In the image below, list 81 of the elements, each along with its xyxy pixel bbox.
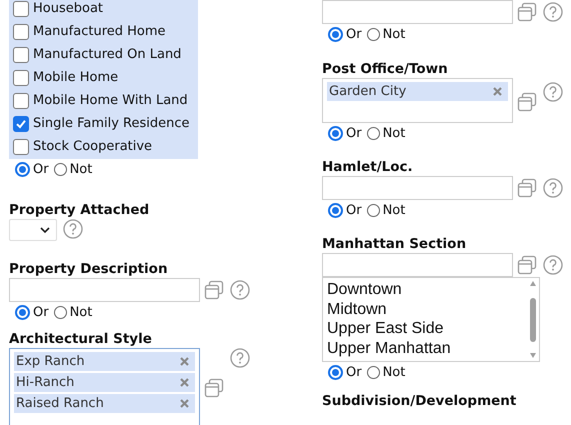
text-field[interactable]: [322, 0, 513, 24]
stacked-windows-icon[interactable]: [517, 92, 537, 112]
help-icon[interactable]: [230, 348, 250, 368]
tag-chip[interactable]: Exp Ranch: [14, 352, 195, 371]
radio-label[interactable]: Not: [70, 162, 92, 177]
list-option[interactable]: Midtown: [327, 300, 523, 319]
radio-label[interactable]: Or: [33, 305, 49, 320]
checkbox-label[interactable]: Single Family Residence: [33, 116, 190, 131]
radio-button[interactable]: [366, 28, 380, 41]
help-icon[interactable]: [543, 2, 563, 22]
stacked-windows-icon[interactable]: [204, 280, 224, 300]
radio-button[interactable]: [366, 127, 380, 140]
stacked-windows-icon[interactable]: [517, 2, 537, 22]
radio-label[interactable]: Or: [346, 126, 362, 141]
field-label: Subdivision/Development: [322, 393, 518, 410]
radio-button[interactable]: [328, 365, 343, 380]
tag-chip[interactable]: Garden City: [327, 82, 508, 101]
scroll-down-icon[interactable]: [530, 353, 536, 358]
scroll-up-icon[interactable]: [530, 281, 536, 286]
stacked-windows-icon[interactable]: [204, 378, 224, 398]
help-icon[interactable]: [543, 255, 563, 275]
radio-label[interactable]: Or: [346, 27, 362, 42]
radio-button[interactable]: [15, 305, 30, 320]
chevron-down-icon: [40, 226, 50, 234]
radio-label[interactable]: Or: [33, 162, 49, 177]
checkbox-label[interactable]: Stock Cooperative: [33, 139, 152, 154]
checkbox[interactable]: [13, 138, 29, 154]
close-icon[interactable]: [180, 357, 189, 366]
list-option[interactable]: Upper East Side: [327, 319, 523, 338]
field-label: Property Attached: [9, 202, 150, 219]
close-icon[interactable]: [180, 399, 189, 408]
radio-button[interactable]: [328, 27, 343, 42]
stacked-windows-icon[interactable]: [517, 178, 537, 198]
tag-field[interactable]: Exp Ranch Hi-Ranch Raised Ranch: [9, 348, 200, 425]
radio-button[interactable]: [366, 204, 380, 217]
radio-label[interactable]: Not: [382, 27, 406, 42]
text-field[interactable]: [9, 278, 200, 302]
radio-label[interactable]: Not: [70, 305, 92, 320]
close-icon[interactable]: [180, 378, 189, 387]
radio-button[interactable]: [54, 306, 67, 319]
help-icon[interactable]: [63, 219, 83, 239]
radio-button[interactable]: [54, 163, 67, 176]
help-icon[interactable]: [230, 280, 250, 300]
radio-label[interactable]: Not: [382, 126, 406, 141]
checkbox-label[interactable]: Mobile Home With Land: [33, 93, 188, 108]
field-label: Manhattan Section: [322, 236, 468, 253]
field-label: Architectural Style: [9, 331, 153, 348]
tag-field[interactable]: Garden City: [322, 78, 513, 123]
radio-label[interactable]: Or: [346, 365, 362, 380]
text-field[interactable]: [322, 176, 513, 200]
checkbox[interactable]: [13, 46, 29, 62]
tag-chip[interactable]: Raised Ranch: [14, 394, 195, 413]
radio-button[interactable]: [366, 366, 380, 379]
list-option[interactable]: Downtown: [327, 280, 523, 300]
tag-chip[interactable]: Hi-Ranch: [14, 373, 195, 392]
checkbox[interactable]: [13, 116, 29, 132]
radio-button[interactable]: [15, 162, 30, 177]
list-box[interactable]: Downtown Midtown Upper East Side Upper Manhattan: [322, 277, 540, 362]
radio-label[interactable]: Or: [346, 203, 362, 218]
field-label: Property Description: [9, 261, 169, 278]
checkbox[interactable]: [13, 24, 29, 40]
stacked-windows-icon[interactable]: [517, 255, 537, 275]
list-option[interactable]: Upper Manhattan: [327, 338, 523, 358]
checkbox[interactable]: [13, 92, 29, 108]
field-label: Hamlet/Loc.: [322, 159, 414, 176]
text-field[interactable]: [322, 253, 513, 277]
scrollbar-thumb[interactable]: [530, 298, 536, 342]
close-icon[interactable]: [493, 87, 502, 96]
radio-button[interactable]: [328, 203, 343, 218]
checkbox-label[interactable]: Mobile Home: [33, 70, 118, 85]
radio-label[interactable]: Not: [382, 203, 406, 218]
checkbox-label[interactable]: Houseboat: [33, 1, 104, 16]
help-icon[interactable]: [543, 178, 563, 198]
checkbox[interactable]: [13, 70, 29, 86]
checkbox-label[interactable]: Manufactured Home: [33, 24, 166, 39]
help-icon[interactable]: [543, 82, 563, 102]
radio-label[interactable]: Not: [382, 365, 406, 380]
checkbox-label[interactable]: Manufactured On Land: [33, 47, 182, 62]
radio-button[interactable]: [328, 126, 343, 141]
field-label: Post Office/Town: [322, 61, 449, 78]
checkbox[interactable]: [13, 0, 29, 16]
